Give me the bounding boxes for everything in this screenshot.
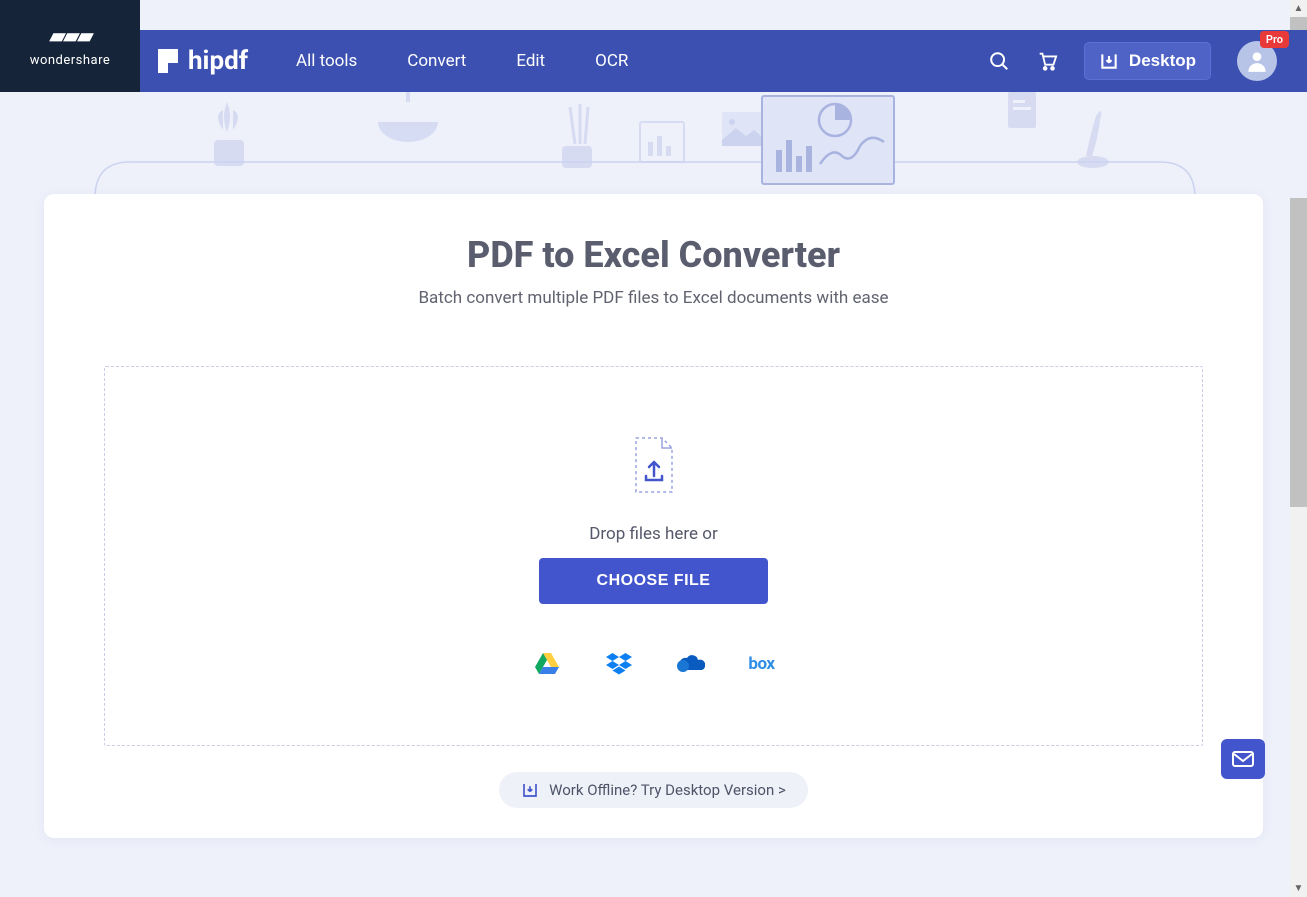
wondershare-logo[interactable]: ▰▰▰ wondershare [0, 0, 140, 92]
cloud-providers: box [532, 652, 774, 676]
choose-file-button[interactable]: CHOOSE FILE [539, 558, 769, 604]
mail-icon [1232, 751, 1254, 767]
google-drive-button[interactable] [532, 652, 562, 676]
scrollbar-down-icon[interactable]: ▼ [1290, 880, 1307, 897]
scrollbar-up-icon[interactable]: ▲ [1290, 0, 1307, 17]
page-title: PDF to Excel Converter [104, 234, 1203, 276]
dropbox-icon [606, 653, 632, 675]
box-icon: box [748, 654, 774, 674]
dropzone[interactable]: Drop files here or CHOOSE FILE box [104, 366, 1203, 746]
cart-icon [1036, 50, 1058, 72]
drop-text: Drop files here or [589, 524, 717, 544]
mail-fab[interactable] [1221, 739, 1265, 779]
hipdf-logo[interactable]: hipdf [158, 46, 248, 76]
desktop-button[interactable]: Desktop [1084, 42, 1211, 80]
nav-edit[interactable]: Edit [516, 51, 545, 71]
upload-file-icon [630, 436, 678, 498]
dropbox-button[interactable] [604, 652, 634, 676]
offline-pill[interactable]: Work Offline? Try Desktop Version > [499, 772, 808, 808]
wondershare-icon: ▰▰▰ [49, 24, 91, 49]
main-nav: All tools Convert Edit OCR [296, 51, 628, 71]
user-icon [1244, 48, 1270, 74]
google-drive-icon [535, 653, 559, 675]
avatar-wrap: Pro [1237, 41, 1277, 81]
cart-button[interactable] [1036, 50, 1058, 72]
onedrive-button[interactable] [676, 652, 706, 676]
main-card: PDF to Excel Converter Batch convert mul… [44, 194, 1263, 838]
hipdf-icon [158, 49, 178, 73]
desktop-label: Desktop [1129, 51, 1196, 71]
onedrive-icon [677, 655, 705, 673]
nav-all-tools[interactable]: All tools [296, 51, 357, 71]
nav-convert[interactable]: Convert [407, 51, 466, 71]
download-desktop-icon [521, 781, 539, 799]
offline-text: Work Offline? Try Desktop Version > [549, 781, 786, 799]
nav-ocr[interactable]: OCR [595, 51, 628, 71]
page-subtitle: Batch convert multiple PDF files to Exce… [104, 288, 1203, 308]
search-icon [988, 50, 1010, 72]
pro-badge: Pro [1260, 31, 1289, 48]
download-icon [1099, 51, 1119, 71]
box-button[interactable]: box [748, 652, 774, 676]
hero-background [0, 92, 1307, 198]
search-button[interactable] [988, 50, 1010, 72]
wondershare-text: wondershare [30, 53, 111, 68]
main-header: ▰▰▰ wondershare hipdf All tools Convert … [0, 30, 1307, 92]
hipdf-text: hipdf [188, 46, 248, 76]
